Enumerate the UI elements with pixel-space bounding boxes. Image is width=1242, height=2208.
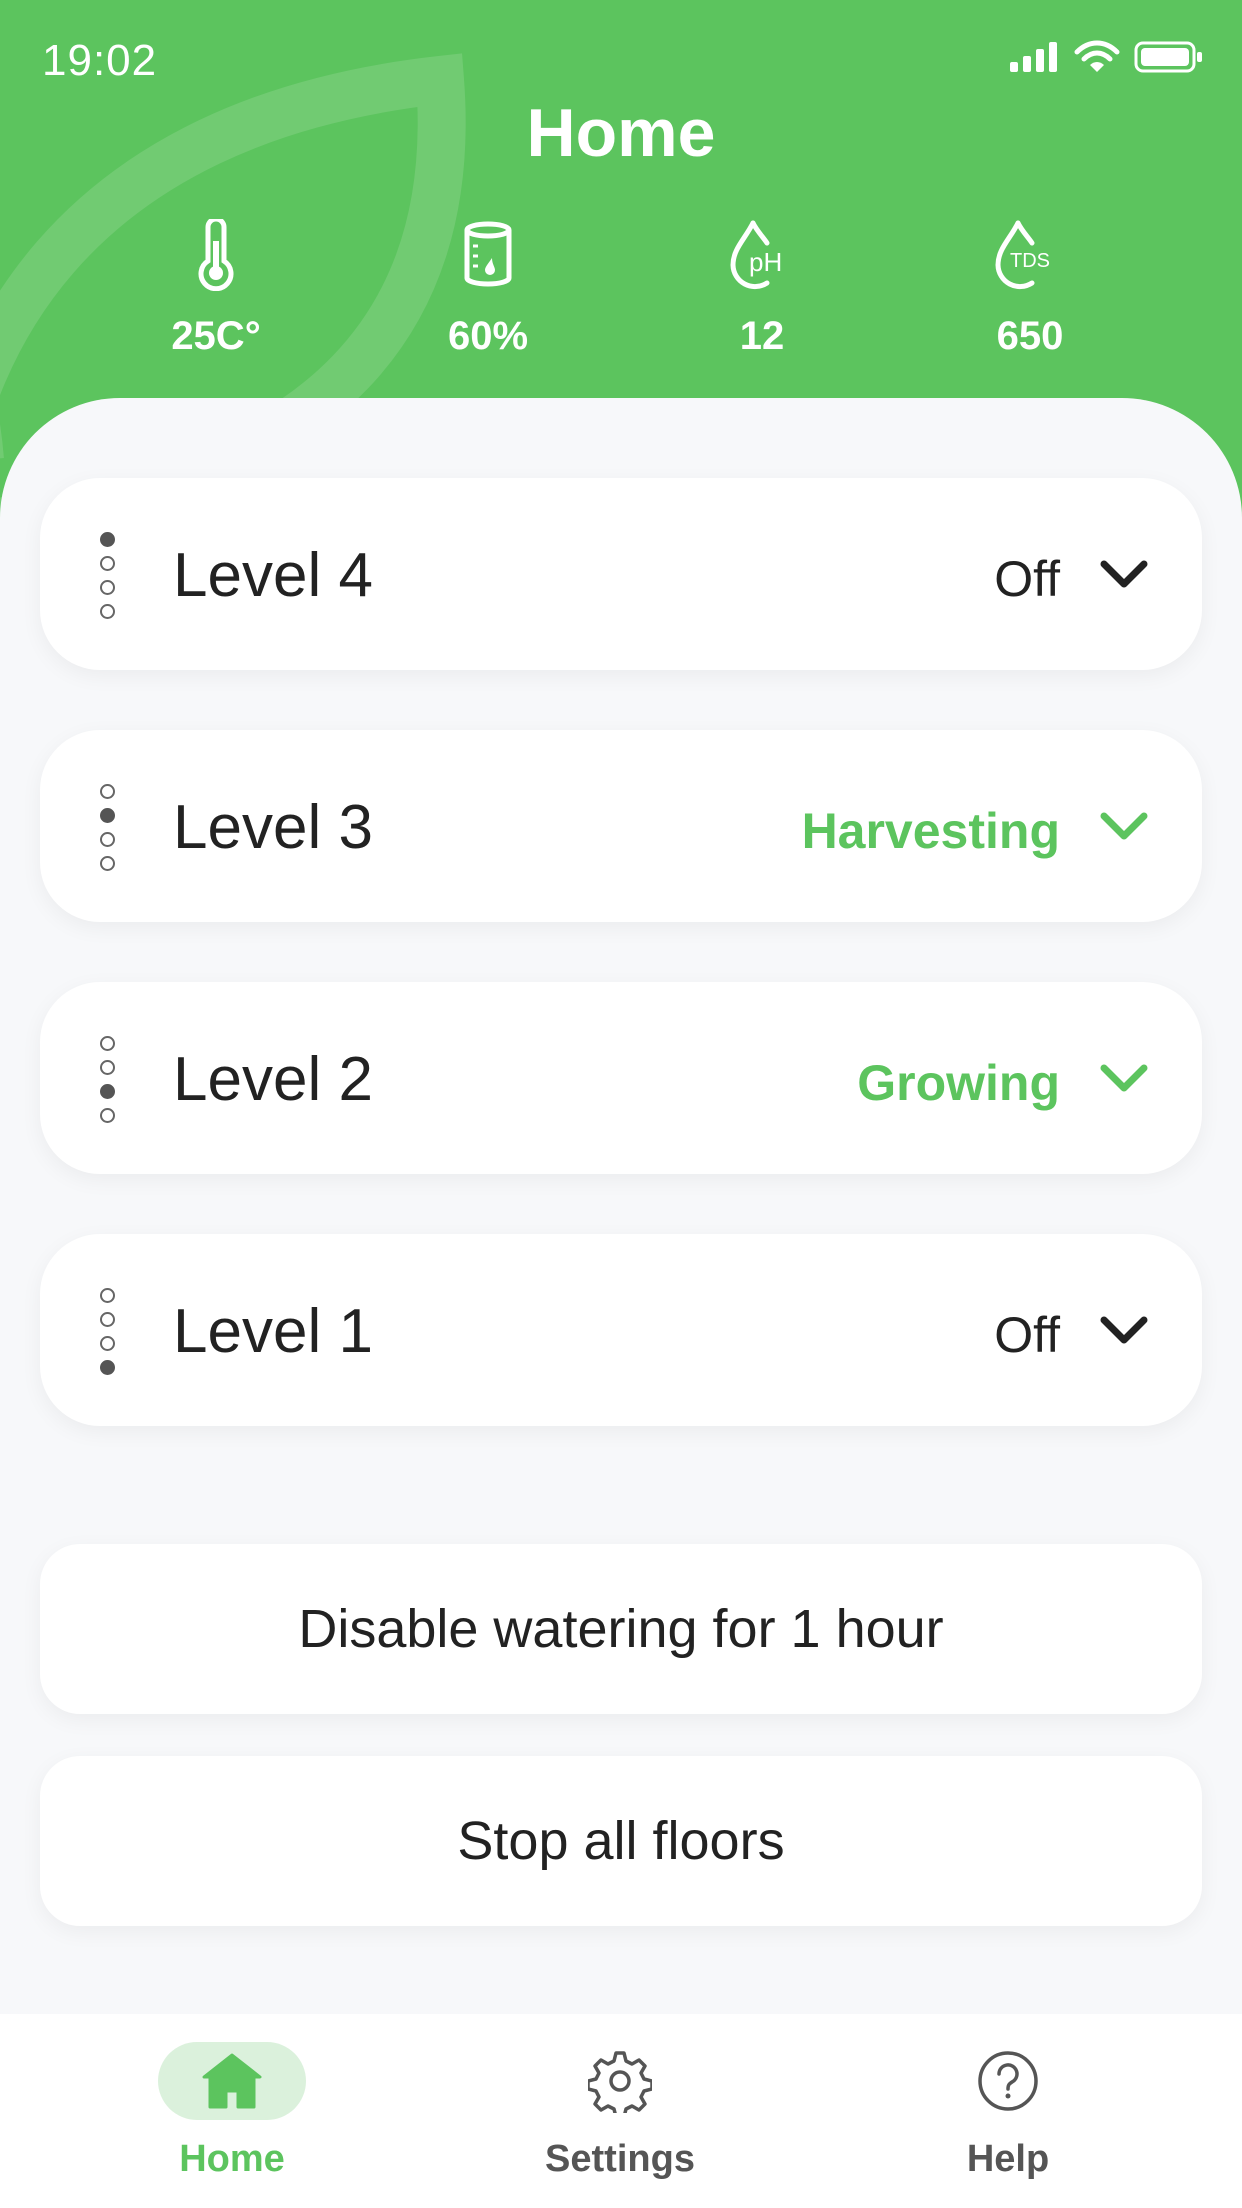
help-icon <box>978 2051 1038 2111</box>
tds-drop-icon: TDS <box>995 220 1050 290</box>
level-indicator-icon <box>100 1036 116 1123</box>
status-icons <box>1010 40 1204 74</box>
level-card-1[interactable]: Level 1 Off <box>40 1234 1202 1426</box>
gear-icon <box>588 2051 652 2113</box>
tab-settings[interactable]: Settings <box>490 2042 750 2181</box>
metric-ph-value: 12 <box>739 314 785 358</box>
ph-icon-text: pH <box>749 247 782 277</box>
metric-ph: pH 12 <box>662 210 862 359</box>
level-indicator-icon <box>100 532 116 619</box>
tab-help[interactable]: Help <box>878 2042 1138 2181</box>
level-name: Level 2 <box>173 1045 373 1114</box>
signal-icon <box>1010 42 1057 72</box>
level-card-4[interactable]: Level 4 Off <box>40 478 1202 670</box>
level-name: Level 1 <box>173 1297 373 1366</box>
level-status: Growing <box>857 1055 1060 1111</box>
tab-home[interactable]: Home <box>102 2042 362 2181</box>
home-icon <box>202 2053 262 2109</box>
chevron-down-icon[interactable] <box>1098 1060 1150 1096</box>
tab-bar: Home Settings Help <box>0 2014 1242 2208</box>
level-name: Level 3 <box>173 793 373 862</box>
level-status: Harvesting <box>801 803 1060 859</box>
level-indicator-icon <box>100 784 116 871</box>
chevron-down-icon[interactable] <box>1098 556 1150 592</box>
status-time: 19:02 <box>42 36 158 85</box>
battery-icon <box>1134 41 1202 73</box>
chevron-down-icon[interactable] <box>1098 808 1150 844</box>
level-name: Level 4 <box>173 541 373 610</box>
metric-water-level-value: 60% <box>447 314 529 358</box>
tds-icon-text: TDS <box>1010 250 1050 272</box>
tab-label: Help <box>966 2138 1050 2180</box>
level-status: Off <box>994 551 1060 607</box>
level-status: Off <box>994 1307 1060 1363</box>
thermometer-icon <box>198 219 234 291</box>
stop-all-floors-button[interactable]: Stop all floors <box>40 1756 1202 1926</box>
page-title: Home <box>526 95 716 171</box>
disable-watering-button[interactable]: Disable watering for 1 hour <box>40 1544 1202 1714</box>
tab-label: Home <box>179 2138 285 2180</box>
metric-temperature-value: 25C° <box>171 314 261 358</box>
metric-water-level: 60% <box>388 210 588 359</box>
level-indicator-icon <box>100 1288 116 1375</box>
water-tank-icon <box>464 221 512 287</box>
level-card-2[interactable]: Level 2 Growing <box>40 982 1202 1174</box>
wifi-icon <box>1074 40 1120 72</box>
level-card-3[interactable]: Level 3 Harvesting <box>40 730 1202 922</box>
ph-drop-icon: pH <box>730 220 782 290</box>
chevron-down-icon[interactable] <box>1098 1312 1150 1348</box>
metric-temperature: 25C° <box>116 210 316 359</box>
content-area: Level 4 Off Level 3 Harvesting Level 2 G… <box>0 398 1242 2014</box>
metric-tds-value: 650 <box>996 314 1064 358</box>
tab-label: Settings <box>545 2138 695 2180</box>
metric-tds: TDS 650 <box>930 210 1130 359</box>
